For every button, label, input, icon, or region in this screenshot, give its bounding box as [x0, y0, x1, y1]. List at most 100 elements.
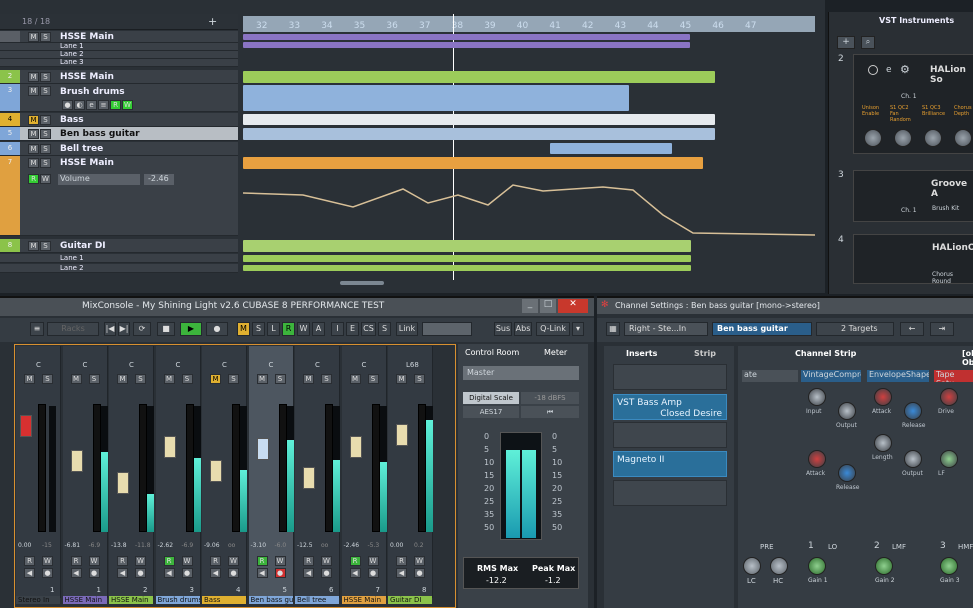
lane-row[interactable]: Lane 3 — [0, 58, 238, 67]
pan-value[interactable]: C — [129, 361, 134, 369]
fader-track[interactable] — [92, 404, 101, 532]
strip-knob[interactable] — [904, 450, 922, 468]
next-channel-button[interactable]: ⇥ — [930, 322, 954, 336]
lc-knob[interactable] — [743, 557, 761, 575]
write-button[interactable]: W — [88, 556, 100, 566]
solo-button[interactable]: S — [414, 374, 425, 384]
write-toggle[interactable]: W — [297, 322, 310, 336]
solo-button[interactable]: S — [321, 374, 332, 384]
monitor-button[interactable]: ◀ — [117, 568, 128, 578]
cs-toggle[interactable]: CS — [361, 322, 376, 336]
solo-button[interactable]: S — [40, 158, 51, 168]
hc-knob[interactable] — [770, 557, 788, 575]
channel-name[interactable]: Bass — [202, 596, 246, 604]
read-button[interactable]: R — [110, 100, 121, 110]
write-button[interactable]: W — [274, 556, 286, 566]
record-button[interactable]: ● — [367, 568, 379, 578]
lane-row[interactable]: Lane 1 — [0, 254, 238, 263]
listen-toggle[interactable]: L — [267, 322, 280, 336]
solo-button[interactable]: S — [40, 86, 51, 96]
fader-handle[interactable] — [396, 424, 408, 446]
write-button[interactable]: W — [367, 556, 379, 566]
monitor-button[interactable]: ◀ — [256, 568, 268, 578]
mute-button[interactable]: M — [24, 374, 35, 384]
read-button[interactable]: R — [70, 556, 82, 566]
mute-button[interactable]: M — [28, 144, 39, 154]
insert-slot[interactable]: Magneto II — [613, 451, 727, 477]
mute-button[interactable]: M — [303, 374, 314, 384]
track-name-field[interactable]: Ben bass guitar — [712, 322, 812, 336]
strip-knob[interactable] — [838, 402, 856, 420]
event-clip[interactable] — [243, 85, 629, 111]
event-clip[interactable] — [243, 157, 703, 169]
fader-handle[interactable] — [20, 415, 32, 437]
channel-strip[interactable]: C M S -2.46 -5.3 R W ◀ ● 7 HSSE Main — [341, 346, 387, 604]
solo-button[interactable]: S — [40, 129, 51, 139]
add-track-icon[interactable]: + — [208, 15, 217, 28]
reset-button[interactable]: ⏮ — [521, 406, 579, 418]
fader-handle[interactable] — [117, 472, 129, 494]
record-button[interactable]: ● — [181, 568, 193, 578]
strip-tab[interactable]: Strip — [694, 349, 716, 358]
aes17-button[interactable]: AES17 — [463, 406, 519, 418]
record-button[interactable]: ● — [206, 322, 228, 336]
track-row[interactable]: 8 M S Guitar DI — [0, 239, 238, 253]
channel-strip[interactable]: C M S -2.62 -6.9 R W ◀ ● 3 Brush drums — [155, 346, 201, 604]
mute-button[interactable]: M — [28, 129, 39, 139]
mute-button[interactable]: M — [349, 374, 361, 384]
eq-gain-knob[interactable] — [808, 557, 826, 575]
mute-button[interactable]: M — [117, 374, 128, 384]
write-button[interactable]: W — [228, 556, 239, 566]
fader-handle[interactable] — [303, 467, 315, 489]
forward-button[interactable]: ▶| — [118, 322, 130, 336]
event-clip[interactable] — [243, 114, 715, 125]
window-menu-button[interactable]: ▦ — [606, 322, 620, 336]
channel-settings-titlebar[interactable]: ✻ Channel Settings : Ben bass guitar [mo… — [597, 298, 973, 314]
routing-selector[interactable]: Right - Ste...In — [624, 322, 708, 336]
cycle-button[interactable]: ⟳ — [133, 322, 151, 336]
window-menu-button[interactable]: ≡ — [30, 322, 44, 336]
strip-knob[interactable] — [808, 388, 826, 406]
monitor-button[interactable]: ◀ — [70, 568, 82, 578]
read-button[interactable]: R — [396, 556, 407, 566]
write-button[interactable]: W — [414, 556, 425, 566]
mute-button[interactable]: M — [28, 115, 39, 125]
gear-icon[interactable]: ⚙ — [900, 63, 910, 76]
track-row[interactable]: 4 M S Bass — [0, 113, 238, 127]
e-toggle[interactable]: E — [346, 322, 359, 336]
event-clip[interactable] — [243, 34, 690, 40]
solo-button[interactable]: S — [274, 374, 286, 384]
strip-knob[interactable] — [874, 434, 892, 452]
channel-strip[interactable]: L68 M S 0.00 0.2 R W ◀ ● 8 Guitar DI — [388, 346, 433, 604]
pan-value[interactable]: C — [222, 361, 227, 369]
solo-button[interactable]: S — [40, 72, 51, 82]
dbfs-button[interactable]: -18 dBFS — [521, 392, 579, 404]
mute-button[interactable]: M — [28, 32, 39, 42]
module-header[interactable]: VintageCompre — [801, 370, 861, 382]
read-toggle[interactable]: R — [282, 322, 295, 336]
monitor-button[interactable]: ◀ — [163, 568, 175, 578]
solo-button[interactable]: S — [40, 32, 51, 42]
pan-value[interactable]: C — [269, 361, 274, 369]
read-button[interactable]: R — [28, 174, 39, 184]
inserts-tab[interactable]: Inserts — [626, 349, 657, 358]
edit-icon[interactable]: e — [886, 65, 892, 75]
track-row[interactable]: M S HSSE Main — [0, 31, 238, 43]
channel-name[interactable]: HSSE Main — [109, 596, 153, 604]
solo-button[interactable]: S — [135, 374, 146, 384]
instrument-slot[interactable]: HALion So e ⚙ Ch. 1 Unison Enable S1 QC2… — [853, 54, 973, 154]
targets-selector[interactable]: 2 Targets — [816, 322, 894, 336]
event-clip[interactable] — [243, 128, 715, 140]
strip-knob[interactable] — [904, 402, 922, 420]
control-room-tab[interactable]: Control Room — [465, 348, 519, 357]
fader-handle[interactable] — [210, 460, 222, 482]
fader-track[interactable] — [418, 404, 426, 532]
record-button[interactable]: ● — [135, 568, 146, 578]
minimize-button[interactable]: _ — [522, 299, 538, 313]
pan-value[interactable]: C — [83, 361, 88, 369]
mute-button[interactable]: M — [28, 72, 39, 82]
settings-dropdown[interactable]: ▾ — [572, 322, 584, 336]
fader-track[interactable] — [232, 404, 240, 532]
channel-name[interactable]: Ben bass guitar — [248, 596, 293, 604]
edit-button[interactable]: e — [86, 100, 97, 110]
